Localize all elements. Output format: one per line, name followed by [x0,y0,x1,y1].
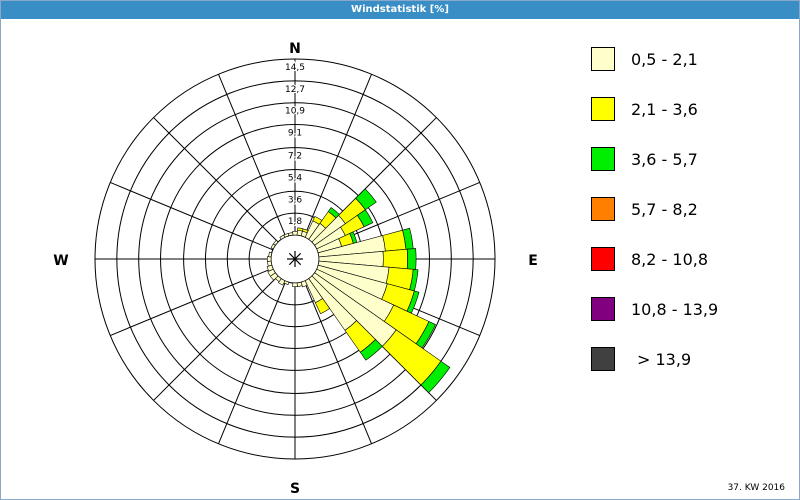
legend-label: 2,1 - 3,6 [631,100,698,119]
wind-sector-band [296,281,303,287]
legend-item: 10,8 - 13,9 [591,297,791,321]
radial-tick-label: 3,6 [288,195,303,205]
legend-item: > 13,9 [591,347,791,371]
grid-spoke [110,182,274,251]
wind-sector-band [287,232,294,237]
wind-sector-band [297,227,304,232]
radial-tick-label: 14,5 [285,63,305,73]
wind-sector-band [292,231,298,236]
legend-item: 2,1 - 3,6 [591,97,791,121]
chart-title: Windstatistik [%] [1,1,799,19]
compass-label: S [290,481,300,497]
grid-spoke [110,267,274,336]
compass-label: W [53,253,68,269]
chart-area: 1,8 3,6 5,4 7,2 9,1 10,9 12,7 14,5 N E S W 0,5 - 2,… [1,19,799,499]
legend-item: 8,2 - 10,8 [591,247,791,271]
wind-sector-band [268,251,273,258]
legend-label: > 13,9 [637,350,692,369]
wind-sector-band [382,248,408,270]
chart-window: Windstatistik [%] 1,8 3,6 5,4 7,2 9,1 10,9 12,… [0,0,800,500]
grid-spoke [153,117,279,243]
legend-swatch [591,197,615,221]
legend-label: 3,6 - 5,7 [631,150,698,169]
radial-tick-label: 9,1 [288,129,302,139]
grid-spoke [218,280,287,444]
radial-tick-label: 5,4 [288,173,303,183]
radial-tick-label: 7,2 [288,152,302,162]
calm-marker [294,252,302,260]
wind-sector-band [272,239,279,246]
wind-sector-band [267,260,273,267]
legend-label: 10,8 - 13,9 [631,300,719,319]
legend-swatch [591,347,615,371]
wind-rose-chart: 1,8 3,6 5,4 7,2 9,1 10,9 12,7 14,5 N E S W [53,41,538,497]
legend-label: 0,5 - 2,1 [631,50,698,69]
wind-sector-band [406,248,417,270]
legend-label: 5,7 - 8,2 [631,200,698,219]
week-label: 37. KW 2016 [727,483,785,493]
radial-tick-label: 12,7 [285,85,305,95]
legend-swatch [591,247,615,271]
grid-spoke [153,275,279,401]
axis-labels: 1,8 3,6 5,4 7,2 9,1 10,9 12,7 14,5 N E S W [53,41,538,497]
legend-swatch [591,47,615,71]
calm-marker [288,258,296,266]
grid-spoke [218,74,287,238]
calm-marker [288,252,296,260]
wind-sector-band [382,229,407,252]
legend-item: 5,7 - 8,2 [591,197,791,221]
legend-swatch [591,297,615,321]
legend-swatch [591,147,615,171]
legend-item: 3,6 - 5,7 [591,147,791,171]
legend-swatch [591,97,615,121]
wind-sector-band [292,282,298,287]
radial-tick-label: 1,8 [288,217,303,227]
legend-item: 0,5 - 2,1 [591,47,791,71]
legend-label: 8,2 - 10,8 [631,250,709,269]
wind-sector-band [267,256,272,262]
compass-label: E [528,253,538,269]
compass-label: N [289,41,301,57]
radial-tick-label: 10,9 [285,107,305,117]
calm-marker [294,258,302,266]
